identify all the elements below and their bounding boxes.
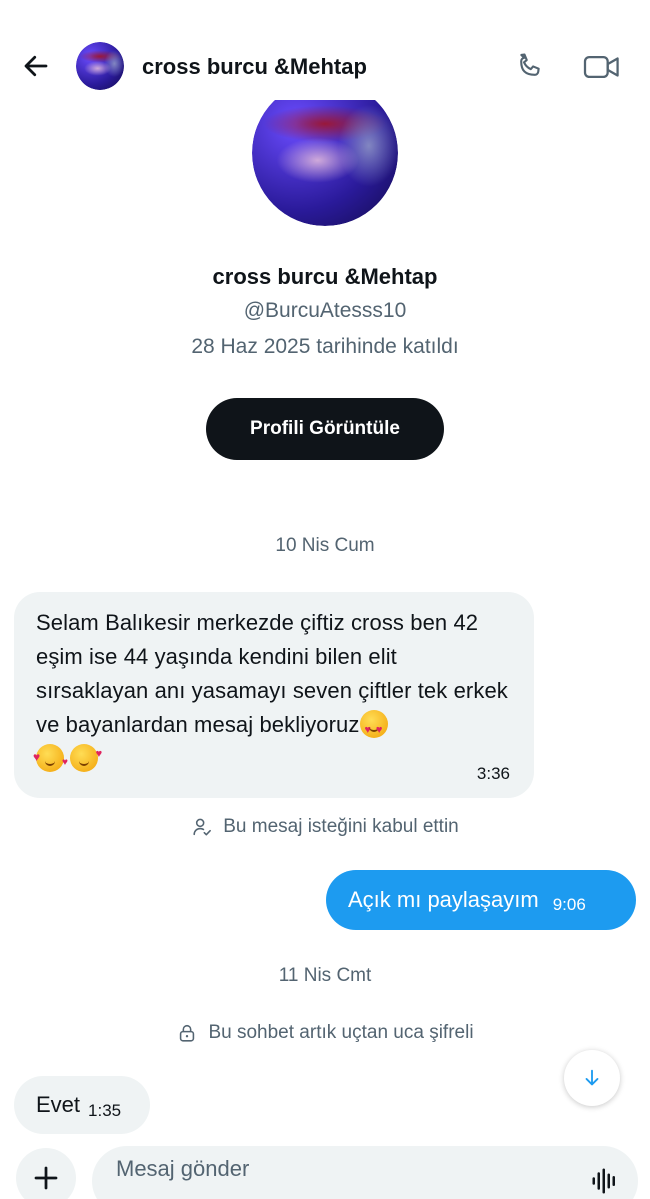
message-text: Evet (36, 1092, 81, 1117)
message-composer (92, 1146, 638, 1199)
plus-icon (34, 1166, 58, 1190)
date-separator: 11 Nis Cmt (278, 965, 372, 986)
incoming-message[interactable]: Selam Balıkesir merkezde çiftiz cross be… (14, 592, 534, 798)
request-accepted-text: Bu mesaj isteğini kabul ettin (223, 816, 459, 837)
profile-name: cross burcu &Mehtap (212, 264, 438, 289)
face-blowing-kiss-emoji (70, 737, 102, 772)
message-text-wrapper: Selam Balıkesir merkezde çiftiz cross be… (33, 606, 514, 780)
date-separator: 10 Nis Cum (275, 535, 375, 556)
request-accepted-note: Bu mesaj isteğini kabul ettin (0, 816, 650, 838)
profile-handle: @BurcuAtesss10 (243, 299, 407, 322)
profile-avatar[interactable] (252, 80, 398, 226)
chat-header: cross burcu &Mehtap (0, 0, 650, 100)
phone-icon (520, 53, 540, 76)
scroll-to-bottom-button[interactable] (564, 1050, 620, 1106)
avatar-image (76, 42, 124, 90)
lock-icon (180, 1024, 195, 1042)
message-text: Selam Balıkesir merkezde çiftiz cross be… (36, 610, 508, 737)
message-time: 1:35 (88, 1101, 122, 1120)
encryption-note: Bu sohbet artık uçtan uca şifreli (0, 1022, 650, 1044)
message-input[interactable] (116, 1156, 556, 1182)
add-attachment-button[interactable] (16, 1148, 76, 1199)
profile-join-date: 28 Haz 2025 tarihinde katıldı (191, 335, 459, 358)
call-button[interactable] (512, 50, 546, 84)
person-check-icon (193, 818, 212, 836)
message-time: 9:06 (552, 895, 586, 914)
video-call-button[interactable] (582, 50, 622, 84)
header-avatar[interactable] (76, 42, 124, 90)
message-text: Açık mı paylaşayım (348, 887, 539, 912)
voice-message-button[interactable] (590, 1166, 620, 1196)
incoming-message[interactable]: Evet 1:35 (14, 1076, 150, 1134)
message-time: 3:36 (476, 764, 510, 783)
arrow-down-icon (585, 1069, 599, 1086)
chat-title[interactable]: cross burcu &Mehtap (142, 54, 367, 80)
smiling-face-hearts-emoji (33, 740, 68, 780)
view-profile-button[interactable]: Profili Görüntüle (206, 398, 444, 460)
back-button[interactable] (18, 48, 54, 84)
profile-avatar-image (252, 80, 398, 226)
outgoing-message[interactable]: Açık mı paylaşayım 9:06 (326, 870, 636, 930)
arrow-left-icon (24, 55, 48, 77)
video-camera-icon (583, 55, 619, 79)
smiling-face-heart-eyes-emoji (359, 710, 388, 747)
voice-waveform-icon (592, 1168, 615, 1194)
encryption-note-text: Bu sohbet artık uçtan uca şifreli (208, 1022, 474, 1043)
